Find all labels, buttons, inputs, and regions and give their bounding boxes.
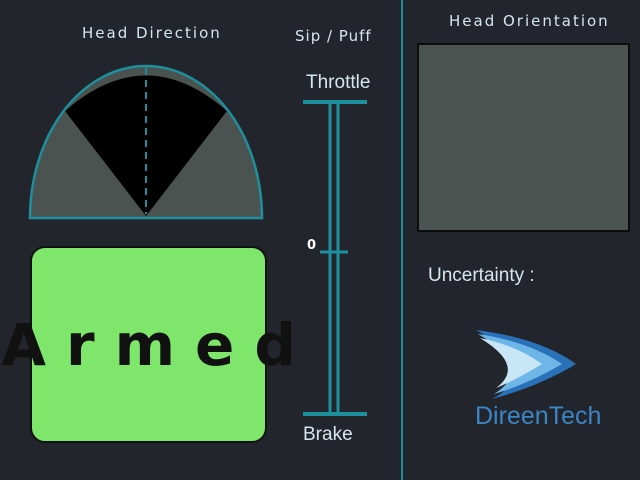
slider-zero-label: 0 bbox=[307, 238, 317, 253]
panel-divider bbox=[401, 0, 403, 480]
head-orientation-title: Head Orientation bbox=[449, 12, 610, 30]
throttle-label: Throttle bbox=[306, 72, 371, 93]
logo-text: DireenTech bbox=[475, 402, 602, 430]
armed-status-label: Armed bbox=[1, 310, 316, 379]
uncertainty-label: Uncertainty : bbox=[428, 265, 535, 286]
brake-label: Brake bbox=[303, 424, 353, 445]
head-orientation-view bbox=[417, 43, 630, 232]
sip-puff-title: Sip / Puff bbox=[295, 27, 372, 45]
armed-status-box: Armed bbox=[1, 246, 296, 443]
direentech-logo-icon bbox=[476, 330, 576, 399]
